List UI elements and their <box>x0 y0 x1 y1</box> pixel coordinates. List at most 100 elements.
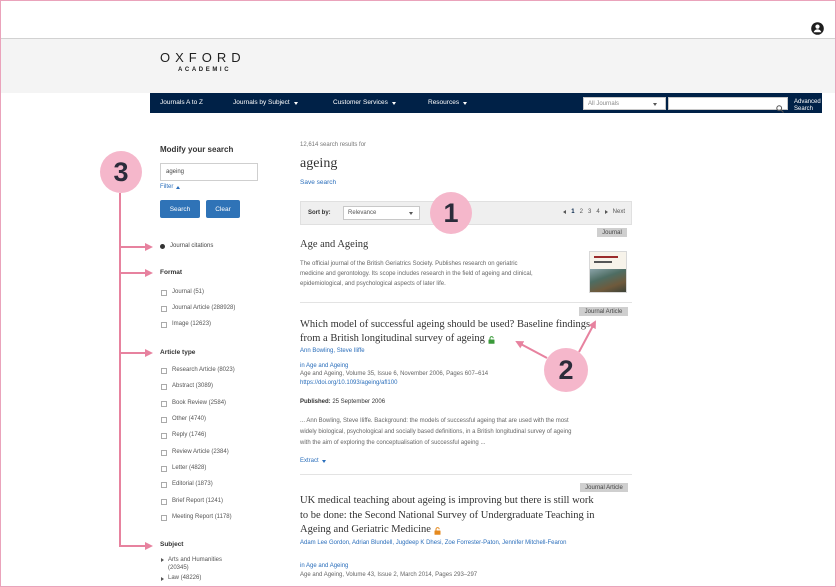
checkbox[interactable] <box>161 416 167 423</box>
description-line: The official journal of the British Geri… <box>300 261 518 267</box>
checkbox[interactable] <box>161 514 167 521</box>
result-journal-link[interactable]: in Age and Ageing <box>300 563 348 570</box>
result-authors[interactable]: Adam Lee Gordon, Adrian Blundell, Jugdee… <box>300 540 566 547</box>
page-link[interactable]: 2 <box>580 209 583 215</box>
extract-label: Extract <box>300 458 319 464</box>
title-line: from a British longitudinal survey of ag… <box>300 333 485 344</box>
result-description: The official journal of the British Geri… <box>300 259 533 289</box>
nav-item-label: Journals A to Z <box>160 99 203 106</box>
title-line-last: from a British longitudinal survey of ag… <box>300 332 590 346</box>
chevron-right-icon[interactable] <box>604 210 608 214</box>
option-label: Image (12623) <box>172 321 212 327</box>
option-label: Review Article (2384) <box>172 449 229 455</box>
modify-search-input[interactable]: ageing <box>160 163 258 181</box>
logo-wordmark[interactable]: OXFORD <box>160 51 246 65</box>
checkbox[interactable] <box>161 367 167 374</box>
result-citation: Age and Ageing, Volume 35, Issue 6, Nove… <box>300 371 489 377</box>
checkbox[interactable] <box>161 305 167 312</box>
description-line: medicine and gerontology. Its scope incl… <box>300 271 533 277</box>
published-label: Published: <box>300 399 331 405</box>
option-label: Letter (4828) <box>172 465 207 471</box>
chevron-right-icon[interactable] <box>161 558 164 562</box>
subject-option[interactable]: Law (48226) <box>161 575 201 582</box>
chevron-down-icon <box>463 101 468 105</box>
chevron-down-icon <box>409 212 413 215</box>
sort-select[interactable]: Relevance <box>343 206 420 220</box>
search-input[interactable] <box>668 97 788 113</box>
snippet-line: widely biological, psychological and soc… <box>300 429 572 435</box>
result-type-badge: Journal Article <box>580 483 628 492</box>
page-link[interactable]: 4 <box>596 209 599 215</box>
chevron-down-icon <box>321 460 326 463</box>
search-icon[interactable] <box>776 100 784 113</box>
save-search-link[interactable]: Save search <box>300 179 336 186</box>
subject-option[interactable]: Arts and Humanities (20345) <box>161 556 234 572</box>
advanced-search-link[interactable]: Advanced Search <box>794 99 821 113</box>
article-type-option[interactable]: Editorial (1873) <box>161 481 213 488</box>
checkbox[interactable] <box>161 383 167 390</box>
scope-radio-option[interactable]: Journal citations <box>160 243 213 249</box>
format-option[interactable]: Journal Article (288928) <box>161 305 235 312</box>
search-scope-value: All Journals <box>588 101 620 107</box>
article-type-option[interactable]: Brief Report (1241) <box>161 498 223 505</box>
checkbox[interactable] <box>161 400 167 407</box>
checkbox[interactable] <box>161 481 167 488</box>
result-authors[interactable]: Ann Bowling, Steve Iliffe <box>300 348 365 355</box>
format-option[interactable]: Journal (51) <box>161 289 204 296</box>
article-type-option[interactable]: Letter (4828) <box>161 465 206 472</box>
result-divider <box>300 474 632 475</box>
article-type-option[interactable]: Meeting Report (1178) <box>161 514 232 521</box>
published-date: 25 September 2006 <box>332 399 386 405</box>
chevron-down-icon <box>293 101 298 105</box>
option-label: Arts and Humanities (20345) <box>168 557 223 571</box>
article-type-option[interactable]: Review Article (2384) <box>161 449 229 456</box>
page-link[interactable]: 1 <box>571 209 574 215</box>
nav-item-resources[interactable]: Resources <box>428 99 468 107</box>
chevron-left-icon[interactable] <box>563 210 567 214</box>
checkbox[interactable] <box>161 465 167 472</box>
article-type-option[interactable]: Other (4740) <box>161 416 206 423</box>
article-type-option[interactable]: Book Review (2584) <box>161 400 226 407</box>
result-title[interactable]: Age and Ageing <box>300 238 368 252</box>
result-title[interactable]: UK medical teaching about ageing is impr… <box>300 494 595 538</box>
checkbox[interactable] <box>161 321 167 328</box>
snippet-line: ... Ann Bowling, Steve Iliffe. Backgroun… <box>300 418 569 424</box>
chevron-right-icon[interactable] <box>161 576 164 581</box>
option-label: Brief Report (1241) <box>172 498 224 504</box>
journal-cover-image[interactable] <box>589 251 627 293</box>
search-scope-select[interactable]: All Journals <box>583 97 666 110</box>
format-option[interactable]: Image (12623) <box>161 321 211 328</box>
checkbox[interactable] <box>161 449 167 456</box>
nav-item-customer-services[interactable]: Customer Services <box>333 99 396 107</box>
result-doi-link[interactable]: https://doi.org/10.1093/ageing/afl100 <box>300 380 397 387</box>
free-access-lock-icon <box>434 526 441 535</box>
nav-item-journals-by-subject[interactable]: Journals by Subject <box>233 99 298 107</box>
page-link[interactable]: 3 <box>588 209 591 215</box>
checkbox[interactable] <box>161 289 167 296</box>
extract-toggle[interactable]: Extract <box>300 458 326 465</box>
chevron-up-icon <box>176 185 181 189</box>
result-journal-link[interactable]: in Age and Ageing <box>300 363 348 370</box>
radio-selected-icon[interactable] <box>160 243 165 249</box>
result-citation: Age and Ageing, Volume 43, Issue 2, Marc… <box>300 572 478 578</box>
user-circle-icon[interactable] <box>811 22 824 35</box>
article-type-option[interactable]: Research Article (8023) <box>161 367 235 374</box>
clear-button[interactable]: Clear <box>206 200 240 218</box>
result-title[interactable]: Which model of successful ageing should … <box>300 318 590 346</box>
next-page-link[interactable]: Next <box>613 209 625 215</box>
result-divider <box>300 302 632 303</box>
checkbox[interactable] <box>161 432 167 439</box>
article-type-option[interactable]: Reply (1746) <box>161 432 206 439</box>
checkbox[interactable] <box>161 498 167 505</box>
results-query-title: ageing <box>300 156 338 171</box>
header-band <box>0 39 836 93</box>
option-label: Abstract (3089) <box>172 383 214 389</box>
format-heading: Format <box>160 269 183 276</box>
result-snippet: ... Ann Bowling, Steve Iliffe. Backgroun… <box>300 416 572 449</box>
filter-toggle[interactable]: Filter <box>160 184 181 190</box>
nav-item-journals-a-to-z[interactable]: Journals A to Z <box>160 99 203 107</box>
search-button[interactable]: Search <box>160 200 200 218</box>
article-type-option[interactable]: Abstract (3089) <box>161 383 213 390</box>
chevron-down-icon <box>391 101 396 105</box>
logo-subtitle[interactable]: ACADEMIC <box>178 67 231 74</box>
